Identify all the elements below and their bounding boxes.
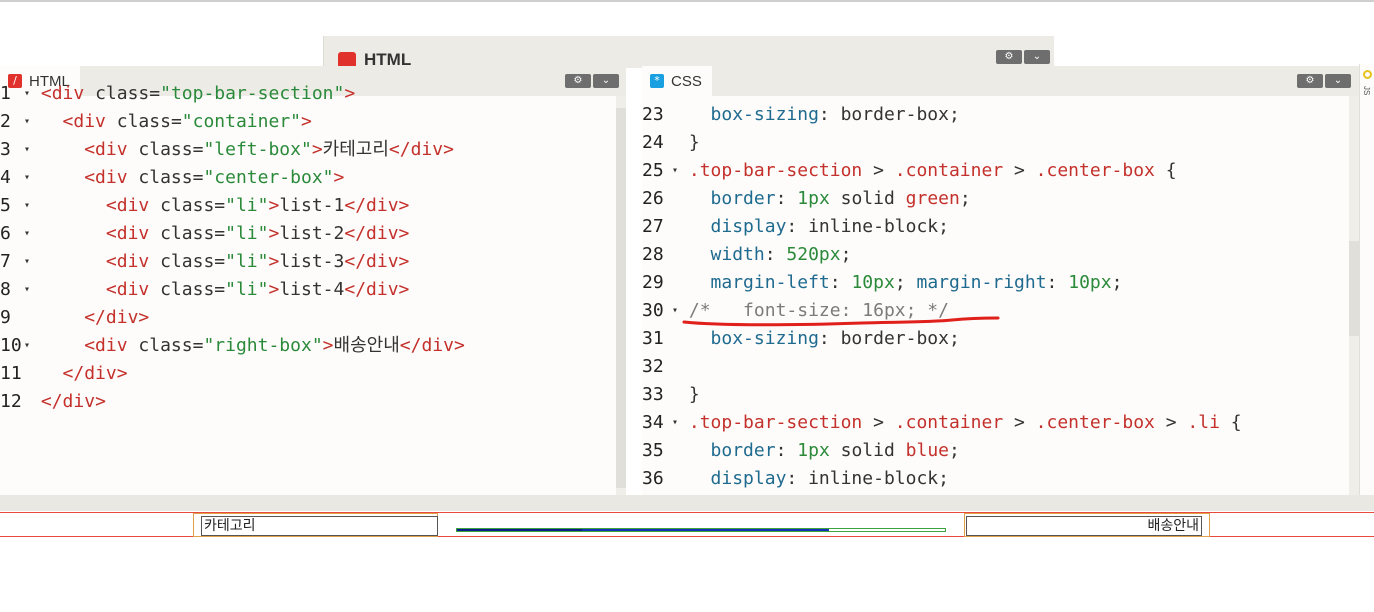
code-line[interactable]: 6 ▾ <div class="li">list-2</div> [0, 220, 409, 248]
code-line[interactable]: 1 ▾ <div class="top-bar-section"> [0, 80, 355, 108]
back-panel-header: HTML ⚙ ⌄ [323, 36, 1054, 68]
top-divider [0, 0, 1374, 2]
fold-arrow-icon: ▾ [24, 228, 31, 239]
code-line[interactable]: 24 } [642, 129, 700, 157]
css-scrollbar[interactable] [1349, 96, 1359, 495]
output-list-item-first [457, 529, 582, 531]
fold-arrow-icon: ▾ [672, 305, 679, 316]
html-code-editor[interactable]: 1 ▾ <div class="top-bar-section"> 2 ▾ <div … [0, 83, 626, 495]
fold-arrow-icon: ▾ [24, 144, 31, 155]
code-line[interactable]: 5 ▾ <div class="li">list-1</div> [0, 192, 409, 220]
output-right-box-text: 배송안내 [966, 516, 1202, 536]
code-line[interactable]: 36 display: inline-block; [642, 465, 949, 493]
code-line[interactable]: 4 ▾ <div class="center-box"> [0, 164, 344, 192]
code-line[interactable]: 25 ▾ .top-bar-section > .container > .cen… [642, 157, 1177, 185]
chevron-down-icon[interactable]: ⌄ [1325, 74, 1351, 88]
output-right-box: 배송안내 [964, 513, 1210, 537]
chevron-down-icon[interactable]: ⌄ [1024, 50, 1050, 64]
js-icon[interactable] [1363, 70, 1372, 79]
fold-arrow-icon: ▾ [672, 165, 679, 176]
output-center-box [456, 528, 946, 532]
fold-arrow-icon: ▾ [24, 284, 31, 295]
code-line[interactable]: 10 ▾ <div class="right-box">배송안내</div> [0, 332, 465, 360]
fold-arrow-icon: ▾ [24, 200, 31, 211]
code-line[interactable]: 11 </div> [0, 360, 128, 388]
code-line[interactable]: 7 ▾ <div class="li">list-3</div> [0, 248, 409, 276]
fold-arrow-icon: ▾ [672, 417, 679, 428]
fold-arrow-icon: ▾ [24, 116, 31, 127]
code-line[interactable]: 3 ▾ <div class="left-box">카테고리</div> [0, 136, 454, 164]
code-line[interactable]: 28 width: 520px; [642, 241, 851, 269]
code-line[interactable]: 23 box-sizing: border-box; [642, 101, 960, 129]
css-file-icon: * [650, 74, 664, 88]
code-line[interactable]: 2 ▾ <div class="container"> [0, 108, 312, 136]
css-editor-panel: * CSS ⚙ ⌄ 23 box-sizing: border-box; 24 }… [642, 66, 1359, 495]
output-top-bar-section: 카테고리 배송안내 [0, 512, 1374, 537]
code-line[interactable]: 9 </div> [0, 304, 149, 332]
output-left-box-text: 카테고리 [201, 516, 438, 536]
code-line[interactable]: 27 display: inline-block; [642, 213, 949, 241]
css-panel-header: * CSS ⚙ ⌄ [642, 66, 1359, 96]
gear-icon[interactable]: ⚙ [996, 50, 1022, 64]
output-left-box: 카테고리 [193, 513, 438, 537]
chevron-down-icon[interactable]: ⌄ [593, 74, 619, 88]
code-line[interactable]: 34 ▾ .top-bar-section > .container > .cen… [642, 409, 1242, 437]
html-scrollbar[interactable] [616, 96, 626, 495]
side-tool-strip: JS [1359, 64, 1374, 495]
css-code-editor[interactable]: 23 box-sizing: border-box; 24 } 25 ▾ .top-b… [642, 96, 1359, 495]
fold-arrow-icon: ▾ [24, 88, 31, 99]
resize-bar[interactable] [0, 495, 1374, 511]
code-line[interactable]: 26 border: 1px solid green; [642, 185, 971, 213]
code-line[interactable]: 12 </div> [0, 388, 106, 416]
fold-arrow-icon: ▾ [24, 256, 31, 267]
html-editor-panel: / HTML ⚙ ⌄ 1 ▾ <div class="top-bar-sectio… [0, 66, 626, 495]
fold-arrow-icon: ▾ [24, 340, 31, 351]
gear-icon[interactable]: ⚙ [565, 74, 591, 88]
code-line[interactable]: 33 } [642, 381, 700, 409]
fold-arrow-icon: ▾ [24, 172, 31, 183]
code-line[interactable]: 29 margin-left: 10px; margin-right: 10px… [642, 269, 1122, 297]
red-underline-annotation [682, 316, 1000, 327]
code-line[interactable]: 32 [642, 353, 689, 381]
side-strip-label: JS [1362, 86, 1371, 96]
tab-css[interactable]: * CSS [642, 66, 712, 96]
code-line[interactable]: 8 ▾ <div class="li">list-4</div> [0, 276, 409, 304]
gear-icon[interactable]: ⚙ [1297, 74, 1323, 88]
code-line[interactable]: 35 border: 1px solid blue; [642, 437, 960, 465]
tab-css-label: CSS [671, 72, 702, 90]
